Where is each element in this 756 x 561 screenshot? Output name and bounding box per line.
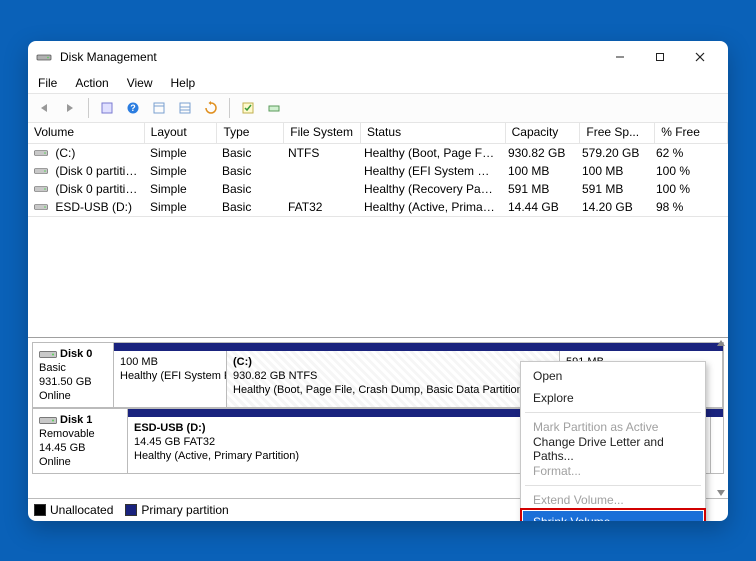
legend-primary: Primary partition [125,503,228,517]
table-row[interactable]: (Disk 0 partition 5)SimpleBasicHealthy (… [28,180,728,198]
forward-button[interactable] [58,96,82,120]
menu-item-extend-volume: Extend Volume... [523,489,703,511]
menu-action[interactable]: Action [69,74,114,92]
menu-view[interactable]: View [121,74,159,92]
menu-item-explore[interactable]: Explore [523,387,703,409]
context-menu: OpenExploreMark Partition as ActiveChang… [520,361,706,521]
toolbar-window-icon[interactable] [147,96,171,120]
partition-block[interactable]: 100 MBHealthy (EFI System P [114,351,227,407]
partition-block[interactable]: (C:)930.82 GB NTFSHealthy (Boot, Page Fi… [227,351,560,407]
maximize-button[interactable] [640,43,680,71]
table-empty-area [28,217,728,337]
table-row[interactable]: (C:)SimpleBasicNTFSHealthy (Boot, Page F… [28,144,728,162]
refresh-icon[interactable] [199,96,223,120]
menu-help[interactable]: Help [165,74,202,92]
menu-item-shrink-volume[interactable]: Shrink Volume... [523,511,703,521]
volume-table: Volume Layout Type File System Status Ca… [28,123,728,217]
toolbar-check-icon[interactable] [236,96,260,120]
toolbar-settings-icon[interactable] [95,96,119,120]
col-capacity[interactable]: Capacity [506,123,581,143]
menu-item-change-drive-letter-and-paths[interactable]: Change Drive Letter and Paths... [523,438,703,460]
close-button[interactable] [680,43,720,71]
svg-text:?: ? [130,103,136,113]
menu-file[interactable]: File [32,74,63,92]
menu-separator [525,412,701,413]
col-filesystem[interactable]: File System [284,123,361,143]
titlebar: Disk Management [28,41,728,73]
col-layout[interactable]: Layout [145,123,218,143]
col-status[interactable]: Status [361,123,506,143]
col-freespace[interactable]: Free Sp... [580,123,655,143]
window-title: Disk Management [60,50,600,64]
legend-unallocated: Unallocated [34,503,113,517]
app-icon [36,49,52,65]
menu-item-open[interactable]: Open [523,365,703,387]
menubar: File Action View Help [28,73,728,93]
table-header: Volume Layout Type File System Status Ca… [28,123,728,144]
col-volume[interactable]: Volume [28,123,145,143]
col-type[interactable]: Type [217,123,284,143]
col-pctfree[interactable]: % Free [655,123,728,143]
menu-separator [525,485,701,486]
back-button[interactable] [32,96,56,120]
toolbar-disk-icon[interactable] [262,96,286,120]
minimize-button[interactable] [600,43,640,71]
disk-label: Disk 0Basic931.50 GBOnline [33,343,114,407]
menu-item-format: Format... [523,460,703,482]
disk-management-window: Disk Management File Action View Help ? [28,41,728,521]
disk-header-band [114,343,723,351]
vertical-scrollbar[interactable] [714,338,728,498]
table-row[interactable]: (Disk 0 partition 1)SimpleBasicHealthy (… [28,162,728,180]
disk-label: Disk 1Removable14.45 GBOnline [33,409,128,473]
toolbar-list-icon[interactable] [173,96,197,120]
table-row[interactable]: ESD-USB (D:)SimpleBasicFAT32Healthy (Act… [28,198,728,216]
help-icon[interactable]: ? [121,96,145,120]
toolbar: ? [28,93,728,123]
